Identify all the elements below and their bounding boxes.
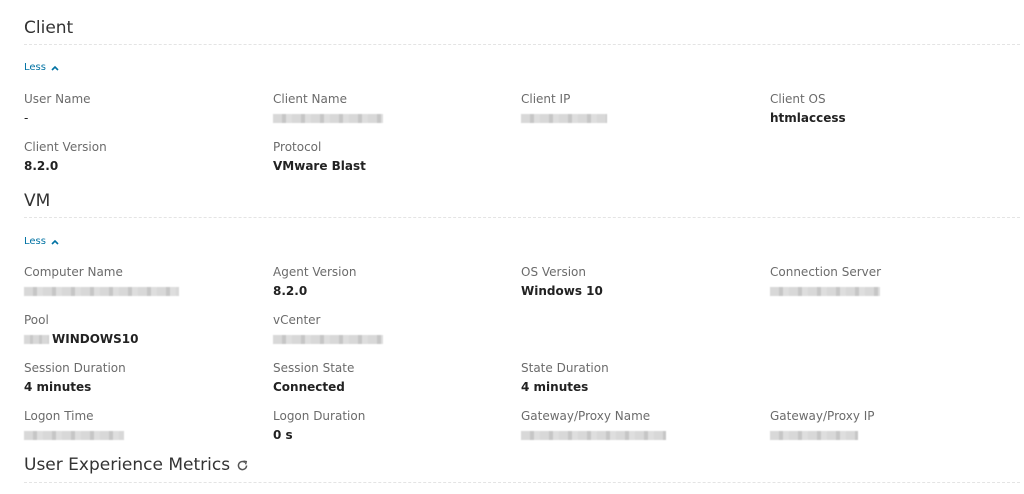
field-value: 8.2.0 <box>273 284 308 298</box>
field-label: Connection Server <box>770 265 882 279</box>
chevron-up-icon <box>51 239 59 245</box>
field-label: Pool <box>24 313 49 327</box>
field-value: 8.2.0 <box>24 159 59 173</box>
redacted-value <box>24 287 179 296</box>
redacted-prefix <box>24 335 49 344</box>
field-label: Client IP <box>521 92 571 106</box>
field-value: Connected <box>273 380 345 394</box>
field-value: Windows 10 <box>521 284 603 298</box>
field-label: Logon Time <box>24 409 94 423</box>
field-label: vCenter <box>273 313 321 327</box>
field-client-os: Client OS htmlaccess <box>770 92 1000 126</box>
vm-less-toggle[interactable]: Less <box>24 236 59 247</box>
toggle-label: Less <box>24 236 46 247</box>
field-label: Gateway/Proxy IP <box>770 409 875 423</box>
field-value: WINDOWS10 <box>24 332 254 347</box>
field-label: Session State <box>273 361 355 375</box>
field-label: Session Duration <box>24 361 126 375</box>
field-vcenter: vCenter <box>273 313 503 348</box>
field-label: OS Version <box>521 265 587 279</box>
field-pool: Pool WINDOWS10 <box>24 313 254 347</box>
field-logon-time: Logon Time <box>24 409 254 444</box>
field-label: Client Version <box>24 140 107 154</box>
section-divider <box>24 482 1020 483</box>
field-computer-name: Computer Name <box>24 265 254 300</box>
field-label: State Duration <box>521 361 609 375</box>
section-divider <box>24 217 1020 218</box>
field-value: htmlaccess <box>770 111 846 125</box>
refresh-icon[interactable] <box>236 459 249 472</box>
field-value: VMware Blast <box>273 159 366 173</box>
field-label: User Name <box>24 92 91 106</box>
field-value: 4 minutes <box>521 380 589 394</box>
field-client-ip: Client IP <box>521 92 751 127</box>
field-user-name: User Name - <box>24 92 254 126</box>
redacted-value <box>273 335 383 344</box>
field-agent-version: Agent Version 8.2.0 <box>273 265 503 299</box>
redacted-value <box>770 431 858 440</box>
field-state-duration: State Duration 4 minutes <box>521 361 751 395</box>
field-client-version: Client Version 8.2.0 <box>24 140 254 174</box>
client-less-toggle[interactable]: Less <box>24 62 59 73</box>
field-protocol: Protocol VMware Blast <box>273 140 503 174</box>
field-label: Computer Name <box>24 265 123 279</box>
field-gateway-proxy-name: Gateway/Proxy Name <box>521 409 751 444</box>
field-session-duration: Session Duration 4 minutes <box>24 361 254 395</box>
field-session-state: Session State Connected <box>273 361 503 395</box>
redacted-value <box>521 431 666 440</box>
redacted-value <box>273 114 383 123</box>
field-label: Gateway/Proxy Name <box>521 409 651 423</box>
field-logon-duration: Logon Duration 0 s <box>273 409 503 443</box>
field-client-name: Client Name <box>273 92 503 127</box>
section-divider <box>24 44 1020 45</box>
field-label: Client OS <box>770 92 826 106</box>
field-value: - <box>24 111 29 125</box>
field-value: 0 s <box>273 428 293 442</box>
field-connection-server: Connection Server <box>770 265 1000 300</box>
section-title-client: Client <box>24 18 74 38</box>
field-os-version: OS Version Windows 10 <box>521 265 751 299</box>
pool-name: WINDOWS10 <box>52 332 139 346</box>
chevron-up-icon <box>51 65 59 71</box>
field-label: Protocol <box>273 140 322 154</box>
redacted-value <box>770 287 880 296</box>
section-title-vm: VM <box>24 191 51 211</box>
redacted-value <box>24 431 124 440</box>
field-label: Client Name <box>273 92 347 106</box>
section-title-user-experience-metrics: User Experience Metrics <box>24 455 231 475</box>
field-value: 4 minutes <box>24 380 92 394</box>
field-label: Agent Version <box>273 265 357 279</box>
field-label: Logon Duration <box>273 409 366 423</box>
field-gateway-proxy-ip: Gateway/Proxy IP <box>770 409 1000 444</box>
redacted-value <box>521 114 607 123</box>
toggle-label: Less <box>24 62 46 73</box>
